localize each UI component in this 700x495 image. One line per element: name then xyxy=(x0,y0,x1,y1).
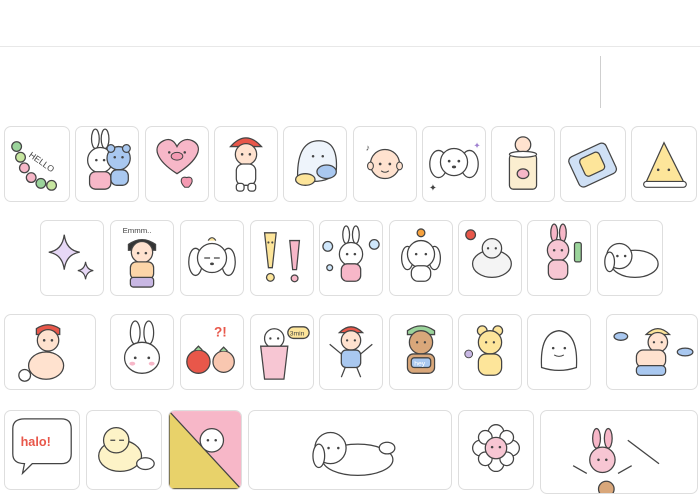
bunny-bottle-sticker[interactable] xyxy=(527,220,591,296)
sticker-text: hey xyxy=(414,361,426,368)
bunny-face-sticker[interactable] xyxy=(110,314,174,390)
tomato-peach-sticker[interactable]: ?! xyxy=(180,314,244,390)
text-caret xyxy=(600,56,601,108)
tomato-bear-sticker[interactable] xyxy=(458,220,522,296)
hey-bear-sticker[interactable]: hey xyxy=(389,314,453,390)
sleepy-puppy-sticker[interactable] xyxy=(180,220,244,296)
svg-text:✦: ✦ xyxy=(473,142,480,152)
exclamation-marks-sticker[interactable] xyxy=(250,220,314,296)
orange-hat-puppy-sticker[interactable] xyxy=(389,220,453,296)
cup-noodle-bear-sticker[interactable]: 3min xyxy=(250,314,314,390)
top-bar xyxy=(0,0,700,47)
ghost-dog-snack-sticker[interactable] xyxy=(283,126,347,202)
swimming-kid-sticker[interactable] xyxy=(606,314,698,390)
peek-puppy-triangle-sticker[interactable] xyxy=(168,410,242,490)
pig-heart-sticker[interactable] xyxy=(145,126,209,202)
baby-in-jar-sticker[interactable] xyxy=(491,126,555,202)
sticker-text: HELLO xyxy=(27,150,56,175)
blob-ghost-sticker[interactable] xyxy=(527,314,591,390)
bunny-bubbles-sticker[interactable] xyxy=(319,220,383,296)
bunny-tennis-sticker[interactable] xyxy=(540,410,698,494)
svg-text:♪: ♪ xyxy=(366,142,370,152)
sleeping-puppy-sticker[interactable] xyxy=(86,410,162,490)
jumping-kid-sticker[interactable] xyxy=(319,314,383,390)
bread-bag-sticker[interactable] xyxy=(560,126,626,202)
bunny-bear-hug-sticker[interactable] xyxy=(75,126,139,202)
sparkle-stars-sticker[interactable] xyxy=(40,220,104,296)
lying-puppy-sticker[interactable] xyxy=(597,220,663,296)
mushroom-hat-kid-sticker[interactable] xyxy=(214,126,278,202)
bald-head-sticker[interactable]: ♪ xyxy=(353,126,417,202)
hello-bubble-sticker[interactable]: halo! xyxy=(4,410,80,490)
fluffy-puppy-sticker[interactable]: ✦ ✦ xyxy=(422,126,486,202)
yellow-bear-flower-sticker[interactable] xyxy=(458,314,522,390)
sticker-text: Emmm.. xyxy=(123,226,152,235)
caterpillar-hello-sticker[interactable]: HELLO xyxy=(4,126,70,202)
emmm-boy-sticker[interactable]: Emmm.. xyxy=(110,220,174,296)
svg-text:✦: ✦ xyxy=(429,183,437,194)
flower-face-sticker[interactable] xyxy=(458,410,534,490)
sticker-text: halo! xyxy=(21,435,51,449)
sticker-text: 3min xyxy=(290,331,305,338)
sticker-text: ?! xyxy=(214,325,227,340)
yellow-hat-sticker[interactable] xyxy=(631,126,697,202)
sitting-kid-sticker[interactable] xyxy=(4,314,96,390)
lazy-puppy-sticker[interactable] xyxy=(248,410,452,490)
